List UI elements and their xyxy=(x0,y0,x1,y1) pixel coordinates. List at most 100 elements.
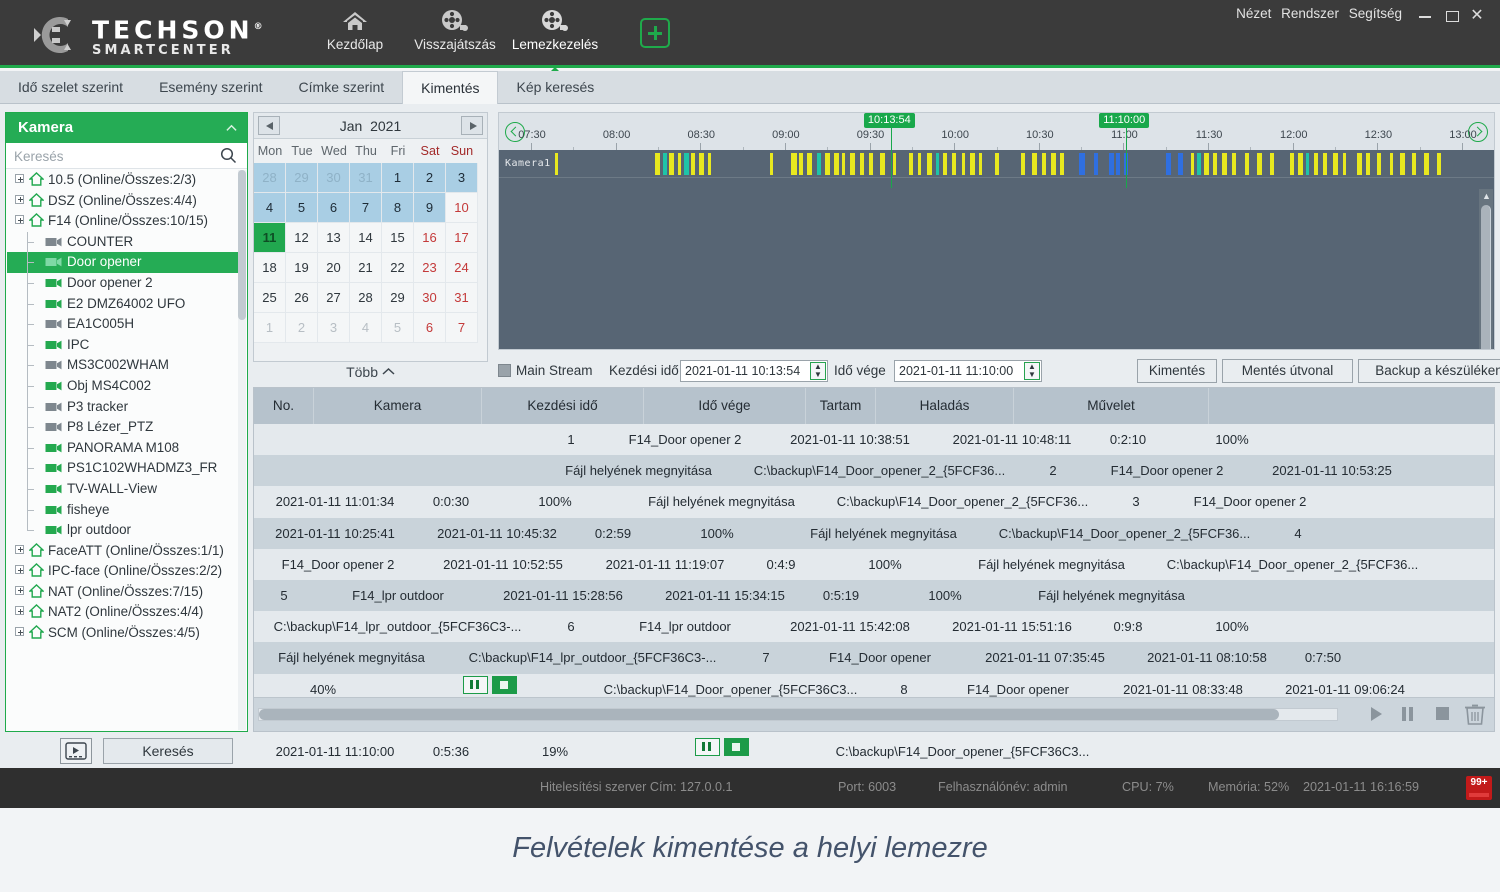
timeline-recording-segment[interactable] xyxy=(1437,153,1441,175)
timeline-recording-segment[interactable] xyxy=(1270,153,1274,175)
timeline-recording-segment[interactable] xyxy=(935,153,940,175)
main-stream-checkbox[interactable] xyxy=(498,364,511,377)
table-cell-action[interactable]: Fájl helyének megnyitása xyxy=(624,486,819,517)
timeline-recording-segment[interactable] xyxy=(1204,153,1210,175)
timeline-recording-segment[interactable] xyxy=(893,153,896,175)
calendar-day[interactable]: 2 xyxy=(286,313,318,343)
timeline-recording-segment[interactable] xyxy=(698,153,704,175)
calendar-day[interactable]: 20 xyxy=(318,253,350,283)
timeline-recording-segment[interactable] xyxy=(1297,153,1303,175)
timeline-recording-segment[interactable] xyxy=(825,153,831,175)
table-body[interactable]: 1 F14_Door opener 2 2021-01-11 10:38:51 202… xyxy=(254,424,1494,759)
timeline-recording-segment[interactable] xyxy=(1051,153,1057,175)
camera-tree-camera-item[interactable]: P3 tracker xyxy=(7,396,240,418)
scrollbar-thumb[interactable] xyxy=(238,170,246,320)
table-cell-action[interactable]: Fájl helyének megnyitása xyxy=(786,518,981,549)
timeline-recording-segment[interactable] xyxy=(1245,153,1250,175)
timeline-recording-segment[interactable] xyxy=(1108,153,1114,175)
expand-toggle-icon[interactable] xyxy=(15,627,24,637)
timeline-recording-segment[interactable] xyxy=(880,153,885,175)
timeline-recording-segment[interactable] xyxy=(908,153,913,175)
camera-tree-group-item[interactable]: FaceATT (Online/Összes:1/1) xyxy=(7,541,240,562)
timeline-recording-segment[interactable] xyxy=(917,153,921,175)
alarm-badge[interactable]: 99+ xyxy=(1466,776,1492,800)
timeline-recording-segment[interactable] xyxy=(707,153,712,175)
calendar-day[interactable]: 7 xyxy=(446,313,478,343)
menu-item-system[interactable]: Rendszer xyxy=(1281,6,1339,21)
chevron-down-icon[interactable]: ▼ xyxy=(814,371,822,379)
tab-by-event[interactable]: Esemény szerint xyxy=(141,71,280,104)
timeline-recording-segment[interactable] xyxy=(1213,153,1218,175)
camera-search-input[interactable] xyxy=(14,146,209,166)
timeline-row[interactable]: Kamera1 xyxy=(499,150,1494,178)
calendar-day[interactable]: 12 xyxy=(286,223,318,253)
timeline-recording-segment[interactable] xyxy=(834,153,839,175)
timeline-recording-segment[interactable] xyxy=(1257,153,1262,175)
expand-toggle-icon[interactable] xyxy=(15,565,24,575)
camera-tree-group-item[interactable]: SCM (Online/Összes:4/5) xyxy=(7,623,240,644)
timeline-recording-segment[interactable] xyxy=(1290,153,1294,175)
maximize-button[interactable] xyxy=(1438,5,1464,27)
timeline-recording-segment[interactable] xyxy=(1042,153,1046,175)
timeline-recording-segment[interactable] xyxy=(951,153,956,175)
table-header-action[interactable]: Művelet xyxy=(1014,388,1209,424)
timeline-recording-segment[interactable] xyxy=(769,153,774,175)
timeline-recording-segment[interactable] xyxy=(1115,153,1121,175)
timeline-recording-segment[interactable] xyxy=(1032,153,1037,175)
timeline-recording-segment[interactable] xyxy=(1222,153,1227,175)
calendar-day[interactable]: 24 xyxy=(446,253,478,283)
table-cell-action[interactable]: Fájl helyének megnyitása xyxy=(1014,580,1209,611)
timeline-recording-segment[interactable] xyxy=(1365,153,1370,175)
camera-tree-camera-item[interactable]: IPC xyxy=(7,334,240,356)
camera-tree-group-item[interactable]: F14 (Online/Összes:10/15) xyxy=(7,211,240,232)
timeline-recording-segment[interactable] xyxy=(1400,153,1406,175)
table-header-progress[interactable]: Haladás xyxy=(876,388,1014,424)
delete-task-button[interactable] xyxy=(1462,702,1492,728)
timeline-recording-segment[interactable] xyxy=(994,153,999,175)
table-header-start-time[interactable]: Kezdési idő xyxy=(482,388,644,424)
end-time-stepper[interactable]: ▲ ▼ xyxy=(1024,362,1040,380)
timeline-recording-segment[interactable] xyxy=(684,153,689,175)
scrollbar-thumb[interactable] xyxy=(1481,205,1491,349)
timeline-recording-segment[interactable] xyxy=(942,153,948,175)
table-cell-action[interactable]: Fájl helyének megnyitása xyxy=(954,549,1149,580)
timeline-recording-segment[interactable] xyxy=(842,153,846,175)
chevron-up-icon[interactable]: ▲ xyxy=(1482,191,1491,201)
calendar-day[interactable]: 1 xyxy=(254,313,286,343)
calendar-day[interactable]: 15 xyxy=(382,223,414,253)
camera-search-button[interactable]: Keresés xyxy=(103,738,233,764)
timeline-recording-segment[interactable] xyxy=(669,153,675,175)
timeline-track-area[interactable]: Kamera1 ▲ ▼ xyxy=(498,150,1495,350)
timeline-recording-segment[interactable] xyxy=(1060,153,1065,175)
calendar-day[interactable]: 3 xyxy=(446,163,478,193)
device-playback-button[interactable] xyxy=(60,738,92,764)
start-task-button[interactable] xyxy=(1362,702,1392,728)
timeline-recording-segment[interactable] xyxy=(1313,153,1319,175)
calendar-day[interactable]: 23 xyxy=(414,253,446,283)
calendar-day[interactable]: 7 xyxy=(350,193,382,223)
stop-task-button[interactable] xyxy=(1429,702,1459,728)
start-time-spinner[interactable]: ▲▼ xyxy=(680,360,828,382)
camera-tree-camera-item[interactable]: fisheye xyxy=(7,499,240,521)
calendar-day[interactable]: 4 xyxy=(350,313,382,343)
camera-tree-scrollbar[interactable] xyxy=(238,170,246,730)
camera-tree-camera-item[interactable]: COUNTER xyxy=(7,231,240,253)
timeline-recording-segment[interactable] xyxy=(969,153,975,175)
expand-toggle-icon[interactable] xyxy=(15,606,24,616)
calendar-day[interactable]: 28 xyxy=(254,163,286,193)
timeline-recording-segment[interactable] xyxy=(655,153,661,175)
menu-item-view[interactable]: Nézet xyxy=(1236,6,1271,21)
timeline-recording-segment[interactable] xyxy=(1342,153,1347,175)
timeline-recording-segment[interactable] xyxy=(1021,153,1026,175)
expand-toggle-icon[interactable] xyxy=(15,585,24,595)
timeline-recording-segment[interactable] xyxy=(1079,153,1086,175)
camera-tree-camera-item[interactable]: Door opener 2 xyxy=(7,272,240,294)
row-pause-button[interactable] xyxy=(462,675,488,694)
calendar-prev-month-button[interactable] xyxy=(258,116,280,135)
chevron-down-icon[interactable]: ▼ xyxy=(1028,371,1036,379)
scrollbar-thumb[interactable] xyxy=(259,709,1279,720)
timeline-recording-segment[interactable] xyxy=(1190,153,1195,175)
calendar-day[interactable]: 5 xyxy=(286,193,318,223)
start-time-input[interactable] xyxy=(681,361,807,381)
calendar-day-selected[interactable]: 11 xyxy=(254,223,286,253)
